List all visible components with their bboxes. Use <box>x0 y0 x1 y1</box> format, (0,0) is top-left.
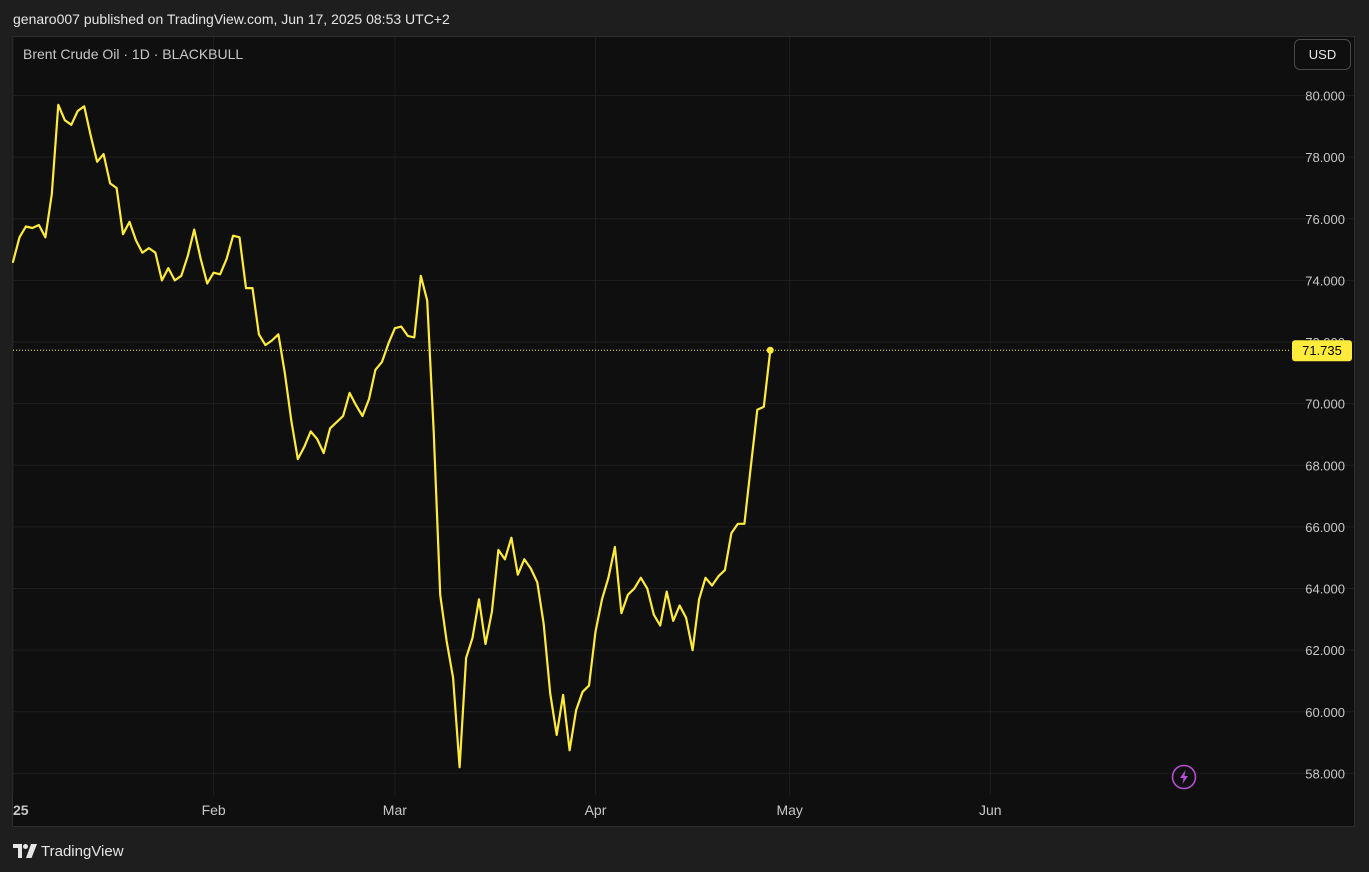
y-tick-label: 68.000 <box>1305 458 1345 473</box>
tradingview-logo[interactable]: TradingView <box>13 841 124 861</box>
y-tick-label: 76.000 <box>1305 212 1345 227</box>
x-tick-label: May <box>776 802 802 818</box>
price-chart[interactable]: 58.000 60.000 62.000 64.000 66.000 68.000 70.0… <box>0 0 1369 872</box>
y-tick-label: 58.000 <box>1305 766 1345 781</box>
y-tick-label: 62.000 <box>1305 643 1345 658</box>
y-tick-label: 74.000 <box>1305 273 1345 288</box>
y-tick-label: 70.000 <box>1305 397 1345 412</box>
last-price-label: 71.735 <box>1302 343 1342 358</box>
x-tick-label: Jun <box>979 802 1002 818</box>
y-tick-label: 60.000 <box>1305 705 1345 720</box>
symbol-title[interactable]: Brent Crude Oil · 1D · BLACKBULL <box>23 46 243 62</box>
x-tick-label: Apr <box>585 802 607 818</box>
x-tick-label: Feb <box>202 802 226 818</box>
tradingview-brand-text: TradingView <box>41 842 124 860</box>
y-tick-label: 78.000 <box>1305 150 1345 165</box>
y-tick-label: 64.000 <box>1305 582 1345 597</box>
y-tick-label: 80.000 <box>1305 89 1345 104</box>
tradingview-logo-icon <box>13 844 37 858</box>
x-tick-label: 25 <box>13 802 29 818</box>
currency-button[interactable]: USD <box>1294 39 1351 70</box>
price-series-line <box>11 103 772 769</box>
lightning-bolt-icon[interactable] <box>1171 764 1197 790</box>
last-price-dot <box>766 346 774 354</box>
y-tick-label: 66.000 <box>1305 520 1345 535</box>
x-tick-label: Mar <box>383 802 407 818</box>
footer-bar <box>0 828 1369 872</box>
